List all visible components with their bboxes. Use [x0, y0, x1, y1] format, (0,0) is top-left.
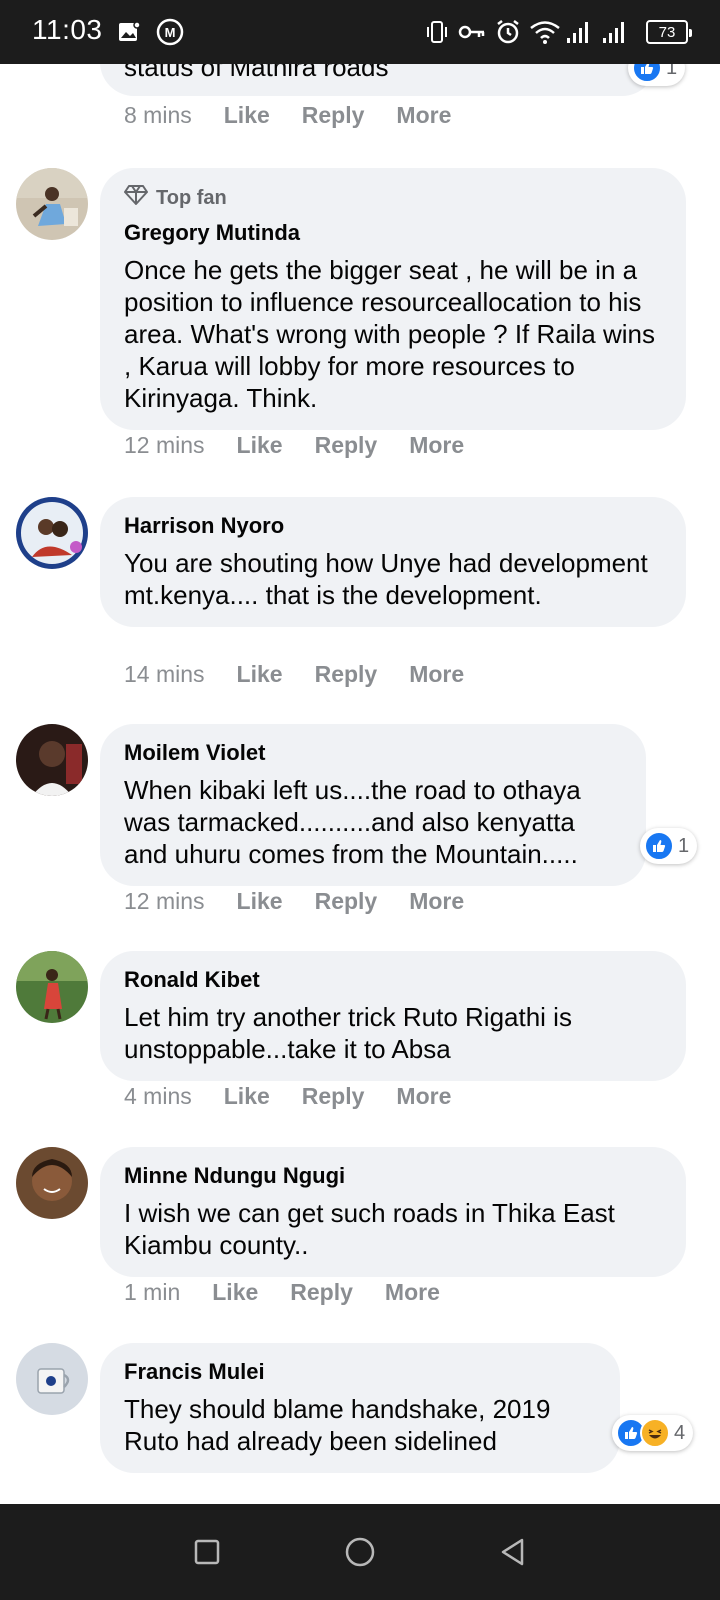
reaction-count-text: 4	[674, 1421, 686, 1444]
reaction-count-text: 1	[666, 64, 678, 79]
comment-actions: 12 mins Like Reply More	[124, 888, 464, 915]
comment-bubble[interactable]: Harrison Nyoro You are shouting how Unye…	[100, 497, 686, 627]
like-button[interactable]: Like	[237, 888, 283, 915]
comment-text: Let him try another trick Ruto Rigathi i…	[124, 1002, 572, 1064]
comment-actions: 8 mins Like Reply More	[124, 102, 451, 129]
comment-bubble[interactable]: Ronald Kibet Let him try another trick R…	[100, 951, 686, 1081]
avatar[interactable]	[16, 168, 88, 240]
comment-text: They should blame handshake, 2019 Ruto h…	[124, 1394, 551, 1456]
reply-button[interactable]: Reply	[315, 432, 378, 459]
vibrate-icon	[424, 18, 450, 46]
comment-text: You are shouting how Unye had developmen…	[124, 548, 648, 610]
reaction-count-text: 1	[678, 834, 690, 857]
more-button[interactable]: More	[396, 102, 451, 129]
reaction-count[interactable]: 4	[612, 1415, 694, 1451]
avatar[interactable]	[16, 1147, 88, 1219]
comment-actions: 4 mins Like Reply More	[124, 1083, 451, 1110]
messenger-badge-icon: M	[154, 18, 186, 46]
like-button[interactable]: Like	[237, 432, 283, 459]
more-button[interactable]: More	[409, 661, 464, 688]
comment-bubble[interactable]: Moilem Violet When kibaki left us....the…	[100, 724, 646, 886]
like-button[interactable]: Like	[212, 1279, 258, 1306]
svg-text:M: M	[165, 25, 176, 40]
reply-button[interactable]: Reply	[302, 102, 365, 129]
comment-time: 1 min	[124, 1279, 181, 1305]
battery-indicator: 73	[646, 20, 692, 44]
comment-actions: 1 min Like Reply More	[124, 1279, 440, 1306]
avatar[interactable]	[16, 497, 88, 569]
comment-author[interactable]: Ronald Kibet	[124, 967, 662, 993]
like-button[interactable]: Like	[224, 102, 270, 129]
avatar[interactable]	[16, 724, 88, 796]
comment-time: 8 mins	[124, 102, 192, 128]
top-fan-badge: Top fan	[124, 184, 662, 212]
comment-author[interactable]: Minne Ndungu Ngugi	[124, 1163, 662, 1189]
alarm-icon	[494, 18, 522, 46]
reaction-count[interactable]: 1	[640, 828, 698, 864]
haha-reaction-icon	[640, 1418, 670, 1448]
comment-text: I wish we can get such roads in Thika Ea…	[124, 1198, 615, 1260]
comment-author[interactable]: Harrison Nyoro	[124, 513, 662, 539]
comment-author[interactable]: Gregory Mutinda	[124, 220, 662, 246]
comment-time: 14 mins	[124, 661, 205, 687]
comment-actions: 12 mins Like Reply More	[124, 432, 464, 459]
wifi-icon	[528, 18, 562, 46]
signal-icon	[564, 18, 636, 46]
status-time: 11:03	[32, 14, 103, 45]
like-button[interactable]: Like	[237, 661, 283, 688]
comment-bubble[interactable]: status of Mathira roads	[100, 64, 656, 96]
system-nav-bar	[0, 1504, 720, 1600]
comment-bubble[interactable]: Minne Ndungu Ngugi I wish we can get suc…	[100, 1147, 686, 1277]
reply-button[interactable]: Reply	[302, 1083, 365, 1110]
comment-time: 12 mins	[124, 432, 205, 458]
vpn-key-icon	[458, 18, 486, 46]
comments-feed[interactable]: status of Mathira roads 1 8 mins Like Re…	[0, 64, 720, 1504]
like-reaction-icon	[644, 831, 674, 861]
reaction-count[interactable]: 1	[628, 64, 686, 86]
more-button[interactable]: More	[396, 1083, 451, 1110]
avatar[interactable]	[16, 951, 88, 1023]
like-button[interactable]: Like	[224, 1083, 270, 1110]
comment-bubble[interactable]: Francis Mulei They should blame handshak…	[100, 1343, 620, 1473]
home-circle-icon[interactable]	[338, 1530, 382, 1574]
avatar[interactable]	[16, 1343, 88, 1415]
comment-text: status of Mathira roads	[124, 64, 389, 82]
reply-button[interactable]: Reply	[290, 1279, 353, 1306]
reply-button[interactable]: Reply	[315, 888, 378, 915]
comment-text: Once he gets the bigger seat , he will b…	[124, 255, 655, 413]
comment-author[interactable]: Francis Mulei	[124, 1359, 596, 1385]
diamond-icon	[124, 184, 148, 212]
more-button[interactable]: More	[409, 888, 464, 915]
gallery-icon	[116, 18, 142, 46]
recents-square-icon[interactable]	[185, 1530, 229, 1574]
back-triangle-icon[interactable]	[491, 1530, 535, 1574]
status-bar: 11:03 M 73	[0, 0, 720, 64]
comment-author[interactable]: Moilem Violet	[124, 740, 622, 766]
more-button[interactable]: More	[385, 1279, 440, 1306]
more-button[interactable]: More	[409, 432, 464, 459]
top-fan-label: Top fan	[156, 186, 227, 209]
reply-button[interactable]: Reply	[315, 661, 378, 688]
comment-time: 4 mins	[124, 1083, 192, 1109]
comment-bubble[interactable]: Top fan Gregory Mutinda Once he gets the…	[100, 168, 686, 430]
comment-actions: 14 mins Like Reply More	[124, 661, 464, 688]
like-reaction-icon	[632, 64, 662, 83]
comment-text: When kibaki left us....the road to othay…	[124, 775, 581, 869]
comment-time: 12 mins	[124, 888, 205, 914]
